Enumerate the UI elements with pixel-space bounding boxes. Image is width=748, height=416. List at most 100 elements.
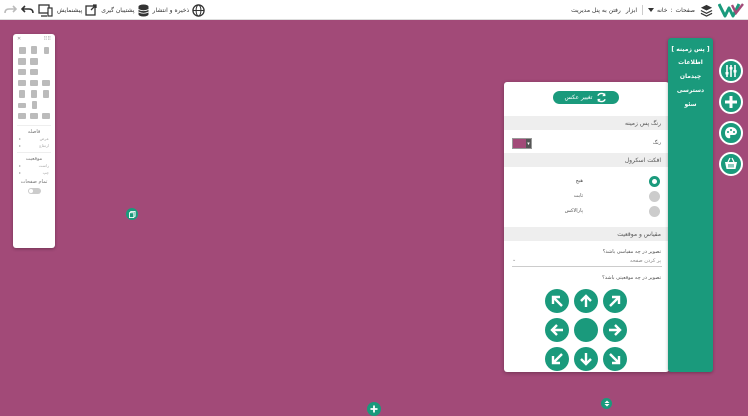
undo-icon[interactable] [21,5,34,15]
scroll-option-fixed-radio[interactable] [649,191,660,202]
backup-label: پشتیبان گیری [101,6,135,14]
position-bottom-center-button[interactable] [574,347,598,371]
tool-panel-header: ✕ ⠿⠿ [13,34,55,44]
position-question-label: تصویر در چه موقعیتی باشد؟ [602,275,661,281]
empty-slot [41,57,51,65]
tools-label: ابزار [625,6,638,14]
tools-menu[interactable]: ابزار [626,7,637,14]
resize-vertical-icon [604,400,609,407]
paste-icon[interactable] [29,46,39,54]
external-link-icon [85,4,97,16]
responsive-devices-icon[interactable] [38,3,53,17]
color-picker[interactable]: ▾ [512,138,532,149]
change-image-button[interactable]: تغییر عکس [552,90,620,105]
copy-icon [128,210,136,218]
align-left-icon[interactable] [17,79,27,87]
bg-color-section-header: رنگ پس زمینه [504,116,669,130]
arrange-tool-panel: ✕ ⠿⠿ فاصله ▸ عرض ▸ ارتفاع موقعیت ▸ راست ▸ چپ… [13,34,55,248]
align-middle-icon[interactable] [29,90,39,98]
tool-grid [13,44,55,122]
plus-icon [370,405,378,413]
preview-button[interactable]: پیشنمایش [57,4,97,16]
drag-handle-icon[interactable]: ⠿⠿ [44,36,51,42]
position-middle-left-button[interactable] [545,318,569,342]
position-center-button[interactable] [574,318,598,342]
arrow-up-left-icon [551,295,563,307]
settings-tab-menu: [ پس زمینه ] اطلاعات چیدمان دسترسی سئو [668,38,713,372]
page-settings-button[interactable] [719,59,743,83]
resize-section-handle[interactable] [601,398,612,409]
position-top-center-button[interactable] [574,289,598,313]
tab-info[interactable]: اطلاعات [668,59,713,66]
align-center-icon[interactable] [29,79,39,87]
arrow-down-right-icon [609,353,621,365]
color-label: رنگ [652,140,661,146]
align-bottom-icon[interactable] [41,90,51,98]
bring-front-icon[interactable] [17,57,27,65]
match-size-icon[interactable] [41,112,51,120]
caret-down-icon: ▾ [526,139,531,148]
match-height-icon[interactable] [29,112,39,120]
align-right-icon[interactable] [41,79,51,87]
database-icon [137,4,149,17]
pages-dropdown[interactable]: صفحات : خانه [648,7,695,14]
close-icon[interactable]: ✕ [17,36,21,42]
admin-panel-link[interactable]: رفتن به پنل مدیریت [571,7,621,14]
all-pages-label: تمام صفحات [20,179,48,185]
tab-access[interactable]: دسترسی [668,87,713,94]
add-section-button[interactable] [367,402,381,416]
width-row[interactable]: ▸ عرض [13,135,55,142]
align-top-icon[interactable] [17,90,27,98]
arrow-up-icon [580,294,592,307]
current-page-label: خانه [657,6,668,14]
scroll-option-none-radio[interactable] [649,176,660,187]
position-bottom-right-button[interactable] [603,347,627,371]
distribute-vertical-icon[interactable] [29,101,39,109]
send-back-icon[interactable] [29,57,39,65]
tool-panel-divider [17,125,51,126]
match-width-icon[interactable] [17,112,27,120]
tool-panel-divider [17,152,51,153]
position-top-right-button[interactable] [603,289,627,313]
element-handle-button[interactable] [126,208,138,220]
position-top-left-button[interactable] [545,289,569,313]
scroll-option-fixed-label: ثابت [573,193,583,199]
tab-background[interactable]: [ پس زمینه ] [668,46,713,53]
caret-down-icon[interactable]: ⌄ [512,257,516,263]
y-row[interactable]: ▸ چپ [13,169,55,176]
arrow-right-icon [609,324,622,336]
position-bottom-left-button[interactable] [545,347,569,371]
distribute-horizontal-icon[interactable] [17,101,27,109]
position-middle-right-button[interactable] [603,318,627,342]
add-element-button[interactable] [719,90,743,114]
arrow-down-left-icon [551,353,563,365]
globe-icon [192,3,205,17]
caret-down-icon [648,8,655,12]
publish-label: ذخیره و انتشار [152,6,190,14]
change-image-label: تغییر عکس [564,94,593,101]
scroll-option-parallax-radio[interactable] [649,206,660,217]
layers-icon[interactable] [700,4,713,17]
scale-select-value[interactable]: پر کردن صفحه [630,258,661,264]
x-row[interactable]: ▸ راست [13,162,55,169]
scroll-option-parallax-label: پارالاکس [564,208,583,214]
scroll-effect-section-header: افکت اسکرول [504,153,669,167]
copy-icon[interactable] [17,46,27,54]
color-swatch-preview [513,139,526,148]
ungroup-icon[interactable] [29,68,39,76]
store-button[interactable] [719,152,743,176]
tab-seo[interactable]: سئو [668,101,713,108]
toolbar-right-group: صفحات : خانه ابزار رفتن به پنل مدیریت [571,0,744,20]
scroll-option-none-label: هیچ [575,178,583,184]
plus-icon [725,96,737,108]
delete-icon[interactable] [41,46,51,54]
redo-icon[interactable] [4,5,17,15]
arrow-down-icon [580,353,592,366]
design-palette-button[interactable] [719,121,743,145]
tab-layout[interactable]: چیدمان [668,73,713,80]
height-row[interactable]: ▸ ارتفاع [13,142,55,149]
publish-button[interactable]: ذخیره و انتشار [152,3,206,17]
group-icon[interactable] [17,68,27,76]
all-pages-toggle[interactable] [27,188,41,194]
backup-button[interactable]: پشتیبان گیری [101,4,149,17]
